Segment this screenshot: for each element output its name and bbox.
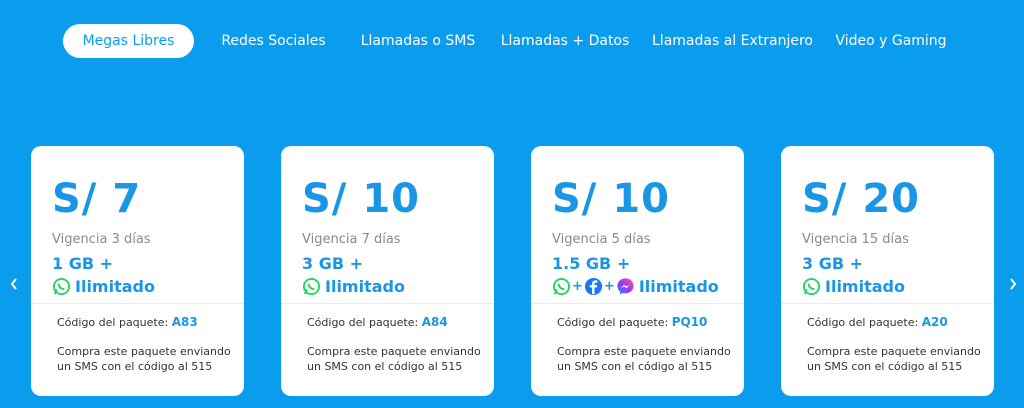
unlimited-label: Ilimitado xyxy=(325,276,405,296)
package-instructions: Compra este paquete enviando un SMS con … xyxy=(557,345,731,373)
divider xyxy=(31,303,244,304)
package-code: Código del paquete: PQ10 xyxy=(557,315,707,329)
chevron-right-icon xyxy=(1010,278,1017,290)
package-data: 1.5 GB + xyxy=(552,254,631,273)
carousel-prev-button[interactable] xyxy=(7,276,21,296)
carousel-next-button[interactable] xyxy=(1006,276,1020,296)
divider xyxy=(781,303,994,304)
package-apps: Ilimitado xyxy=(802,275,905,297)
plus-sign: + xyxy=(603,278,615,294)
package-card[interactable]: S/ 20 Vigencia 15 días 3 GB + Ilimitado … xyxy=(781,146,994,396)
package-code: Código del paquete: A20 xyxy=(807,315,948,329)
package-data: 3 GB + xyxy=(302,254,364,273)
package-validity: Vigencia 15 días xyxy=(802,232,909,247)
package-card[interactable]: S/ 10 Vigencia 7 días 3 GB + Ilimitado C… xyxy=(281,146,494,396)
messenger-icon xyxy=(617,277,634,295)
divider xyxy=(281,303,494,304)
package-code-label: Código del paquete: xyxy=(557,316,669,329)
package-code: Código del paquete: A83 xyxy=(57,315,198,329)
package-code-label: Código del paquete: xyxy=(307,316,419,329)
package-price: S/ 10 xyxy=(302,176,421,222)
package-price: S/ 7 xyxy=(52,176,142,222)
category-tabs: Megas Libres Redes Sociales Llamadas o S… xyxy=(0,24,1024,58)
package-code-value: A84 xyxy=(421,315,448,329)
tab-llamadas-extranjero[interactable]: Llamadas al Extranjero xyxy=(652,24,813,58)
package-apps: Ilimitado xyxy=(302,275,405,297)
package-data: 3 GB + xyxy=(802,254,864,273)
tab-llamadas-datos[interactable]: Llamadas + Datos xyxy=(499,24,631,58)
package-validity: Vigencia 5 días xyxy=(552,232,651,247)
package-data: 1 GB + xyxy=(52,254,114,273)
plus-sign: + xyxy=(572,278,583,294)
package-card[interactable]: S/ 7 Vigencia 3 días 1 GB + Ilimitado Có… xyxy=(31,146,244,396)
facebook-icon xyxy=(584,277,602,295)
package-apps: Ilimitado xyxy=(52,275,155,297)
tab-redes-sociales[interactable]: Redes Sociales xyxy=(215,24,332,58)
tab-megas-libres[interactable]: Megas Libres xyxy=(63,24,194,58)
package-price: S/ 10 xyxy=(552,176,671,222)
unlimited-label: Ilimitado xyxy=(75,276,155,296)
package-instructions: Compra este paquete enviando un SMS con … xyxy=(807,345,981,373)
package-code-value: A20 xyxy=(921,315,948,329)
tab-llamadas-sms[interactable]: Llamadas o SMS xyxy=(355,24,481,58)
package-validity: Vigencia 7 días xyxy=(302,232,401,247)
package-code-value: PQ10 xyxy=(671,315,708,329)
package-code: Código del paquete: A84 xyxy=(307,315,448,329)
package-price: S/ 20 xyxy=(802,176,921,222)
package-code-value: A83 xyxy=(171,315,198,329)
whatsapp-icon xyxy=(52,277,71,295)
package-apps: + + Ilimitado xyxy=(552,275,719,297)
package-validity: Vigencia 3 días xyxy=(52,232,151,247)
whatsapp-icon xyxy=(802,277,821,295)
package-code-label: Código del paquete: xyxy=(57,316,169,329)
divider xyxy=(531,303,744,304)
whatsapp-icon xyxy=(552,277,571,295)
unlimited-label: Ilimitado xyxy=(638,276,719,296)
chevron-left-icon xyxy=(10,278,17,290)
package-instructions: Compra este paquete enviando un SMS con … xyxy=(307,345,481,373)
unlimited-label: Ilimitado xyxy=(825,276,905,296)
package-card[interactable]: S/ 10 Vigencia 5 días 1.5 GB + + + Ilimi… xyxy=(531,146,744,396)
package-code-label: Código del paquete: xyxy=(807,316,919,329)
whatsapp-icon xyxy=(302,277,321,295)
tab-video-gaming[interactable]: Video y Gaming xyxy=(832,24,950,58)
package-instructions: Compra este paquete enviando un SMS con … xyxy=(57,345,231,373)
